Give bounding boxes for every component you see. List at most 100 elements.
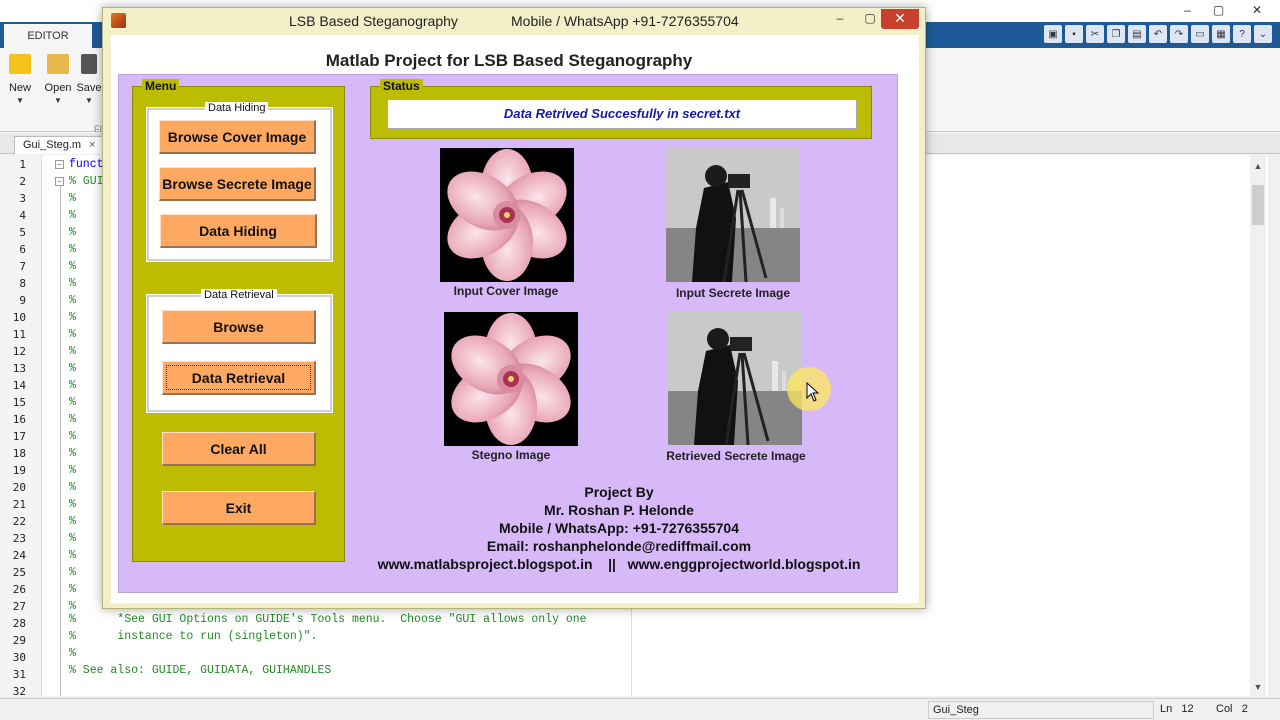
code-comment-line: %: [69, 532, 76, 545]
code-comment-line: %: [69, 481, 76, 494]
undo-icon[interactable]: ↶: [1149, 25, 1167, 43]
scroll-down-icon[interactable]: ▼: [1250, 682, 1266, 692]
code-comment-line: %: [69, 243, 76, 256]
gui-heading: Matlab Project for LSB Based Steganograp…: [325, 51, 693, 70]
new-button[interactable]: New ▼: [0, 54, 40, 105]
line-number: 17: [12, 430, 26, 443]
code-line-30: %: [69, 647, 76, 660]
line-number: 25: [12, 566, 26, 579]
code-comment-line: %: [69, 549, 76, 562]
status-message: Data Retrived Succesfully in secret.txt: [387, 99, 857, 129]
code-comment-line: %: [69, 294, 76, 307]
options-icon[interactable]: ⌄: [1254, 25, 1272, 43]
save-label: Save: [76, 82, 102, 94]
code-comment-line: %: [69, 277, 76, 290]
layout-icon[interactable]: ▦: [1212, 25, 1230, 43]
menu-panel: Menu Data Hiding Browse Cover Image Brow…: [132, 79, 345, 562]
file-tab-gui-steg[interactable]: Gui_Steg.m ×: [14, 136, 105, 154]
line-number: 7: [19, 260, 26, 273]
redo-icon[interactable]: ↷: [1170, 25, 1188, 43]
line-number: 27: [12, 600, 26, 613]
code-comment-line: %: [69, 379, 76, 392]
credits-line: Project By: [584, 484, 654, 500]
cover-image-caption: Input Cover Image: [453, 284, 559, 298]
line-number: 20: [12, 481, 26, 494]
find-files-icon[interactable]: ▣: [1044, 25, 1062, 43]
code-line-1: funct: [69, 158, 104, 171]
code-comment-line: %: [69, 447, 76, 460]
status-panel: Status Data Retrived Succesfully in secr…: [370, 79, 872, 139]
line-number: 26: [12, 583, 26, 596]
new-label: New: [8, 82, 31, 94]
line-number: 29: [12, 634, 26, 647]
file-tab-close-icon[interactable]: ×: [89, 139, 95, 151]
gui-window-title: LSB Based Steganography: [289, 13, 458, 29]
status-file-name: Gui_Steg: [928, 701, 1154, 719]
open-label: Open: [44, 82, 72, 94]
status-col-label: Col: [1216, 703, 1233, 715]
save-disk-icon: [81, 54, 97, 74]
browse-secret-image-button[interactable]: Browse Secrete Image: [159, 167, 316, 201]
fold-guide-line: [60, 180, 61, 696]
code-comment-line: %: [69, 498, 76, 511]
matlab-maximize-button[interactable]: ▢: [1203, 0, 1234, 20]
gui-figure-body: Matlab Project for LSB Based Steganograp…: [111, 35, 919, 603]
save-icon[interactable]: ▪: [1065, 25, 1083, 43]
open-button[interactable]: Open ▼: [38, 54, 78, 105]
copy-icon[interactable]: ❐: [1107, 25, 1125, 43]
matlab-logo-icon: [111, 13, 126, 28]
data-hiding-button[interactable]: Data Hiding: [160, 214, 317, 248]
status-line: Ln 12: [1160, 703, 1194, 715]
data-hiding-panel-label: Data Hiding: [205, 102, 269, 114]
fold-toggle-icon[interactable]: −: [55, 177, 64, 186]
editor-vertical-scrollbar[interactable]: ▲ ▼: [1250, 155, 1266, 696]
code-comment-line: %: [69, 192, 76, 205]
line-number-gutter: 1 2 3 4 5 6 7 8 9 10 11 12 13 14 15 16 17 18 19 20 21 22 23 24 2…: [0, 155, 42, 698]
flower-image: [440, 148, 574, 282]
status-line-value: 12: [1181, 703, 1194, 715]
save-button[interactable]: Save ▼: [76, 54, 102, 105]
file-tab-label: Gui_Steg.m: [23, 139, 82, 151]
fold-toggle-icon[interactable]: −: [55, 160, 64, 169]
data-retrieval-panel-label: Data Retrieval: [201, 289, 277, 301]
open-dropdown-icon: ▼: [54, 96, 62, 105]
code-comment-line: %: [69, 583, 76, 596]
clear-all-button[interactable]: Clear All: [162, 432, 316, 466]
help-icon[interactable]: ?: [1233, 25, 1251, 43]
line-number: 19: [12, 464, 26, 477]
flower-image: [444, 312, 578, 446]
secret-image-caption: Input Secrete Image: [675, 286, 791, 300]
browse-stego-button[interactable]: Browse: [162, 310, 316, 344]
stego-image-caption: Stegno Image: [471, 448, 551, 462]
cut-icon[interactable]: ✂: [1086, 25, 1104, 43]
scrollbar-thumb[interactable]: [1252, 185, 1264, 225]
line-number: 21: [12, 498, 26, 511]
gui-close-button[interactable]: ✕: [881, 9, 919, 29]
gui-title-bar[interactable]: LSB Based Steganography Mobile / WhatsAp…: [103, 8, 925, 33]
cover-image: [440, 148, 574, 282]
matlab-close-button[interactable]: ✕: [1234, 0, 1280, 20]
code-comment-line: %: [69, 226, 76, 239]
scroll-up-icon[interactable]: ▲: [1250, 161, 1266, 171]
code-comment-line: %: [69, 600, 76, 613]
paste-icon[interactable]: ▤: [1128, 25, 1146, 43]
data-retrieval-button[interactable]: Data Retrieval: [162, 361, 316, 395]
line-number: 15: [12, 396, 26, 409]
line-number: 5: [19, 226, 26, 239]
exit-button[interactable]: Exit: [162, 491, 316, 525]
line-number: 2: [19, 175, 26, 188]
code-line-2: % GUI: [69, 175, 104, 188]
gui-minimize-button[interactable]: –: [825, 9, 855, 29]
matlab-minimize-button[interactable]: –: [1172, 0, 1203, 20]
quick-access-toolbar: ▣ ▪ ✂ ❐ ▤ ↶ ↷ ▭ ▦ ? ⌄: [1044, 25, 1272, 43]
line-number: 6: [19, 243, 26, 256]
status-panel-label: Status: [380, 79, 423, 93]
browse-cover-image-button[interactable]: Browse Cover Image: [159, 120, 316, 154]
credits-line: Mr. Roshan P. Helonde: [544, 502, 694, 518]
menu-panel-label: Menu: [142, 79, 180, 93]
tab-editor[interactable]: EDITOR: [4, 24, 92, 48]
line-number: 14: [12, 379, 26, 392]
switch-windows-icon[interactable]: ▭: [1191, 25, 1209, 43]
line-number: 10: [12, 311, 26, 324]
code-comment-line: %: [69, 396, 76, 409]
